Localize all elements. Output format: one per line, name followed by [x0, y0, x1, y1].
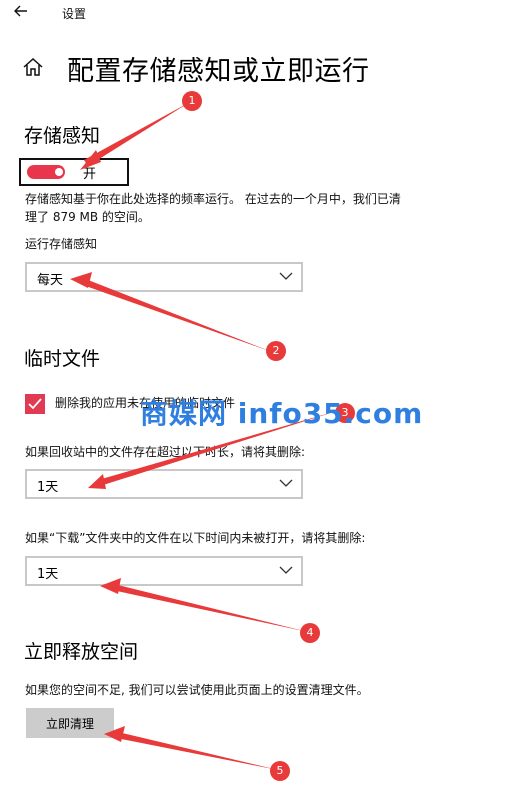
clean-now-button[interactable]: 立即清理 — [26, 708, 114, 738]
free-space-heading: 立即释放空间 — [24, 641, 139, 663]
run-storage-sense-label: 运行存储感知 — [25, 237, 98, 251]
toggle-state-label: 开 — [83, 167, 97, 182]
checkmark-icon — [28, 398, 42, 410]
home-button[interactable] — [22, 56, 48, 82]
chevron-down-icon — [279, 566, 293, 574]
annotation-badge-4: 4 — [300, 623, 320, 643]
downloads-label: 如果“下载”文件夹中的文件在以下时间内未被打开，请将其删除: — [25, 531, 366, 545]
temp-files-heading: 临时文件 — [24, 348, 101, 370]
storage-sense-toggle[interactable]: 开 — [19, 158, 129, 186]
back-button[interactable] — [14, 0, 36, 24]
storage-sense-description-line1: 存储感知基于你在此处选择的频率运行。 在过去的一个月中，我们已清 — [25, 192, 401, 206]
delete-temp-files-checkbox[interactable] — [25, 394, 45, 414]
downloads-value: 1天 — [37, 567, 59, 582]
recycle-bin-dropdown[interactable]: 1天 — [25, 469, 303, 499]
run-frequency-value: 每天 — [37, 273, 64, 288]
home-icon — [23, 57, 43, 76]
back-arrow-icon — [14, 5, 27, 17]
free-space-description: 如果您的空间不足, 我们可以尝试使用此页面上的设置清理文件。 — [25, 683, 369, 697]
page-title: 配置存储感知或立即运行 — [67, 56, 370, 87]
toggle-switch[interactable] — [27, 165, 65, 179]
storage-sense-heading: 存储感知 — [24, 125, 101, 147]
downloads-dropdown[interactable]: 1天 — [25, 556, 303, 586]
storage-sense-description-line2: 理了 879 MB 的空间。 — [25, 210, 150, 224]
run-frequency-dropdown[interactable]: 每天 — [25, 262, 303, 292]
recycle-bin-value: 1天 — [37, 480, 59, 495]
recycle-bin-label: 如果回收站中的文件存在超过以下时长，请将其删除: — [25, 445, 306, 459]
annotation-badge-5: 5 — [270, 761, 290, 781]
toggle-knob — [55, 168, 63, 176]
annotation-badge-2: 2 — [266, 341, 286, 361]
annotation-badge-1: 1 — [182, 91, 202, 111]
chevron-down-icon — [279, 479, 293, 487]
watermark: 商媒网 info35.com — [140, 397, 424, 430]
app-title: 设置 — [62, 7, 87, 21]
chevron-down-icon — [279, 272, 293, 280]
